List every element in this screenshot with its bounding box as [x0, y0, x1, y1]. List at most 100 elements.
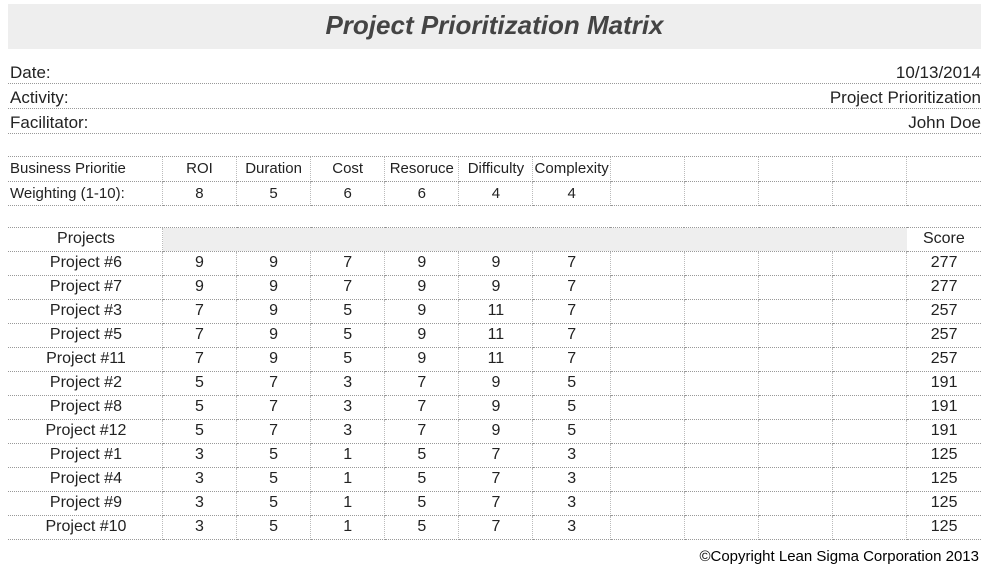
copyright-text: ©Copyright Lean Sigma Corporation 2013 [699, 548, 979, 565]
project-value: 3 [311, 371, 385, 395]
project-value: 9 [385, 275, 459, 299]
criteria-header-blank [610, 157, 684, 181]
weight-blank [610, 181, 684, 205]
criteria-header-row: Business PrioritieROIDurationCostResoruc… [8, 157, 981, 181]
project-value: 1 [311, 467, 385, 491]
project-value-blank [684, 251, 758, 275]
project-value: 3 [162, 515, 236, 539]
project-name: Project #9 [8, 491, 162, 515]
project-value-blank [684, 467, 758, 491]
project-value: 9 [237, 323, 311, 347]
project-score: 125 [907, 467, 981, 491]
project-value: 3 [533, 467, 610, 491]
project-value: 11 [459, 323, 533, 347]
project-value: 3 [533, 515, 610, 539]
project-value-blank [684, 299, 758, 323]
project-score: 257 [907, 347, 981, 371]
spacer-row [8, 134, 981, 157]
project-value-blank [610, 491, 684, 515]
project-value: 7 [385, 419, 459, 443]
projects-header-shade [162, 227, 906, 251]
weighting-row: Weighting (1-10):856644 [8, 181, 981, 205]
project-value: 9 [385, 299, 459, 323]
meta-row-activity: Activity: Project Prioritization [8, 84, 981, 109]
criteria-label: Business Prioritie [8, 157, 162, 181]
project-value-blank [610, 323, 684, 347]
project-value: 9 [459, 275, 533, 299]
project-value-blank [684, 275, 758, 299]
project-value-blank [759, 443, 833, 467]
weight-value: 4 [533, 181, 610, 205]
project-value-blank [833, 467, 907, 491]
meta-row-date: Date: 10/13/2014 [8, 59, 981, 84]
project-value-blank [759, 275, 833, 299]
project-value: 7 [533, 299, 610, 323]
project-row: Project #4351573125 [8, 467, 981, 491]
project-value: 3 [533, 443, 610, 467]
project-value-blank [833, 395, 907, 419]
project-value-blank [610, 371, 684, 395]
project-name: Project #6 [8, 251, 162, 275]
project-value: 9 [459, 371, 533, 395]
project-value-blank [684, 515, 758, 539]
project-value-blank [833, 275, 907, 299]
project-value-blank [833, 491, 907, 515]
project-score: 125 [907, 491, 981, 515]
project-value: 7 [459, 467, 533, 491]
project-value: 3 [162, 467, 236, 491]
project-value: 5 [533, 419, 610, 443]
project-score: 277 [907, 251, 981, 275]
project-value-blank [610, 419, 684, 443]
criteria-header-blank [759, 157, 833, 181]
project-value: 5 [385, 443, 459, 467]
activity-value: Project Prioritization [830, 88, 981, 108]
weight-blank [684, 181, 758, 205]
project-value: 9 [237, 275, 311, 299]
project-name: Project #3 [8, 299, 162, 323]
project-value: 9 [385, 251, 459, 275]
project-row: Project #9351573125 [8, 491, 981, 515]
project-value: 9 [237, 299, 311, 323]
project-value: 3 [162, 491, 236, 515]
weight-value: 6 [311, 181, 385, 205]
project-value: 5 [237, 443, 311, 467]
project-value: 9 [237, 251, 311, 275]
project-value-blank [759, 251, 833, 275]
weight-blank [759, 181, 833, 205]
project-value-blank [684, 371, 758, 395]
project-value-blank [684, 443, 758, 467]
criteria-header: Difficulty [459, 157, 533, 181]
project-value-blank [759, 515, 833, 539]
grid-spacer-row [8, 205, 981, 227]
project-value: 9 [459, 251, 533, 275]
weight-value: 5 [237, 181, 311, 205]
project-score: 191 [907, 371, 981, 395]
project-name: Project #7 [8, 275, 162, 299]
project-value: 3 [311, 419, 385, 443]
date-value: 10/13/2014 [896, 63, 981, 83]
project-value: 7 [385, 395, 459, 419]
project-value: 5 [162, 419, 236, 443]
project-value-blank [610, 347, 684, 371]
project-value-blank [610, 515, 684, 539]
meta-row-facilitator: Facilitator: John Doe [8, 109, 981, 134]
project-name: Project #10 [8, 515, 162, 539]
project-score: 125 [907, 443, 981, 467]
project-value: 5 [311, 323, 385, 347]
project-row: Project #37959117257 [8, 299, 981, 323]
project-value: 7 [459, 491, 533, 515]
project-value-blank [684, 419, 758, 443]
project-score: 277 [907, 275, 981, 299]
projects-header-row: ProjectsScore [8, 227, 981, 251]
project-name: Project #11 [8, 347, 162, 371]
activity-label: Activity: [8, 88, 69, 108]
project-value-blank [684, 323, 758, 347]
project-value: 7 [533, 275, 610, 299]
project-value: 7 [237, 371, 311, 395]
project-value: 7 [237, 395, 311, 419]
project-value: 5 [162, 371, 236, 395]
project-value: 5 [311, 299, 385, 323]
project-value-blank [759, 323, 833, 347]
criteria-header: Duration [237, 157, 311, 181]
criteria-score-blank [907, 157, 981, 181]
